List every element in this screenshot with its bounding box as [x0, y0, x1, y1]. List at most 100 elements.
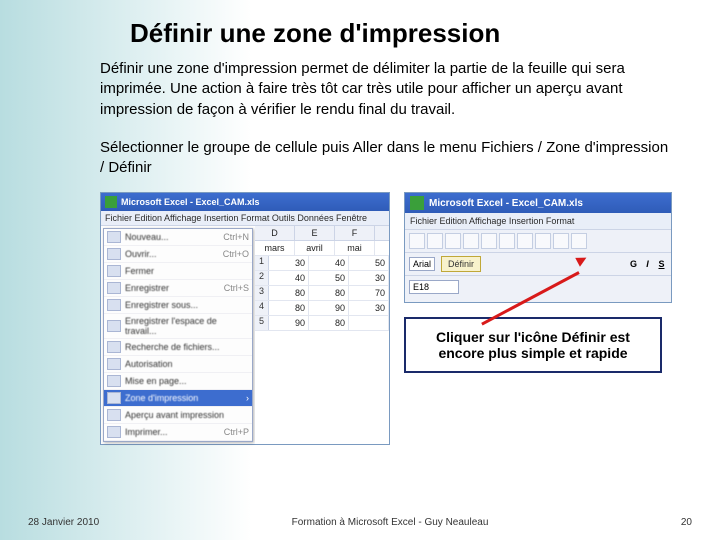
menu-item-icon — [107, 320, 121, 332]
footer: 28 Janvier 2010 Formation à Microsoft Ex… — [0, 517, 720, 528]
file-menu-dropdown: Nouveau... Ctrl+N Ouvrir...Ctrl+O Fermer Enr… — [103, 228, 253, 442]
cell[interactable]: mars — [255, 241, 295, 255]
cell[interactable]: 40 — [269, 271, 309, 285]
row-header[interactable]: 2 — [255, 271, 269, 285]
menu-item[interactable]: Aperçu avant impression — [104, 407, 252, 424]
screenshot-file-menu: Microsoft Excel - Excel_CAM.xls Fichier … — [100, 192, 390, 445]
window-titlebar: Microsoft Excel - Excel_CAM.xls — [101, 193, 389, 211]
menu-item-icon — [107, 409, 121, 421]
menu-item-label: Fermer — [125, 266, 245, 276]
menu-item-label: Mise en page... — [125, 376, 245, 386]
toolbar-icon[interactable] — [409, 233, 425, 249]
cell[interactable]: 70 — [349, 286, 389, 300]
table-row: 1304050 — [255, 256, 389, 271]
menu-item-icon — [107, 231, 121, 243]
spreadsheet-grid: DEF marsavrilmai 13040502405030380807048… — [255, 226, 389, 444]
cell[interactable]: 30 — [349, 301, 389, 315]
bold-icon[interactable]: G — [628, 259, 639, 269]
menu-item-label: Ouvrir... — [125, 249, 219, 259]
menu-item[interactable]: Imprimer... Ctrl+P — [104, 424, 252, 441]
cell[interactable]: 80 — [309, 286, 349, 300]
window-title: Microsoft Excel - Excel_CAM.xls — [121, 197, 260, 207]
cell[interactable]: 50 — [349, 256, 389, 270]
toolbar-icon[interactable] — [427, 233, 443, 249]
menu-item[interactable]: Enregistrer Ctrl+S — [104, 280, 252, 297]
footer-center: Formation à Microsoft Excel - Guy Neaule… — [99, 517, 681, 528]
menu-item-shortcut: Ctrl+N — [223, 232, 249, 242]
toolbar-icon[interactable] — [517, 233, 533, 249]
menu-item[interactable]: Mise en page... — [104, 373, 252, 390]
column-header[interactable]: E — [295, 226, 335, 240]
row-header[interactable]: 5 — [255, 316, 269, 330]
cell[interactable]: 30 — [269, 256, 309, 270]
row-header[interactable]: 4 — [255, 301, 269, 315]
excel-icon — [105, 196, 117, 208]
column-header[interactable]: F — [335, 226, 375, 240]
menu-item[interactable]: Autorisation — [104, 356, 252, 373]
footer-page: 20 — [681, 517, 692, 528]
definir-button[interactable]: Définir — [441, 256, 481, 272]
menu-item-label: Autorisation — [125, 359, 245, 369]
menu-item-shortcut: Ctrl+S — [224, 283, 249, 293]
cell[interactable]: 90 — [269, 316, 309, 330]
window-titlebar: Microsoft Excel - Excel_CAM.xls — [405, 193, 671, 213]
row-header[interactable]: 3 — [255, 286, 269, 300]
toolbar-icon[interactable] — [571, 233, 587, 249]
toolbar-icon[interactable] — [499, 233, 515, 249]
toolbar-icon[interactable] — [445, 233, 461, 249]
cell[interactable]: 90 — [309, 301, 349, 315]
cell[interactable]: 40 — [309, 256, 349, 270]
paragraph-2: Sélectionner le groupe de cellule puis A… — [0, 120, 720, 179]
menu-item[interactable]: Ouvrir...Ctrl+O — [104, 246, 252, 263]
menu-item-label: Nouveau... — [125, 232, 219, 242]
menu-item-icon — [107, 265, 121, 277]
cell[interactable]: 80 — [309, 316, 349, 330]
paragraph-1: Définir une zone d'impression permet de … — [0, 49, 720, 120]
toolbar-icon[interactable] — [481, 233, 497, 249]
toolbar-icon[interactable] — [463, 233, 479, 249]
standard-toolbar[interactable] — [405, 230, 671, 253]
menu-item-shortcut: Ctrl+P — [224, 427, 249, 437]
cell[interactable]: 80 — [269, 286, 309, 300]
menu-item-icon — [107, 248, 121, 260]
slide-title: Définir une zone d'impression — [0, 0, 720, 49]
footer-date: 28 Janvier 2010 — [28, 517, 99, 528]
cell[interactable]: 50 — [309, 271, 349, 285]
menu-item-label: Imprimer... — [125, 427, 220, 437]
menubar[interactable]: Fichier Edition Affichage Insertion Form… — [101, 211, 389, 226]
menu-item-label: Zone d'impression — [125, 393, 242, 403]
format-toolbar[interactable]: Arial Définir G I S — [405, 253, 671, 276]
row-header[interactable]: 1 — [255, 256, 269, 270]
toolbar-icon[interactable] — [553, 233, 569, 249]
menu-item[interactable]: Fermer — [104, 263, 252, 280]
cell[interactable]: avril — [295, 241, 335, 255]
name-box[interactable]: E18 — [409, 280, 459, 294]
menubar[interactable]: Fichier Edition Affichage Insertion Form… — [405, 213, 671, 230]
underline-icon[interactable]: S — [656, 259, 667, 269]
column-header[interactable]: D — [255, 226, 295, 240]
italic-icon[interactable]: I — [642, 259, 653, 269]
window-title: Microsoft Excel - Excel_CAM.xls — [429, 198, 583, 209]
toolbar-icon[interactable] — [535, 233, 551, 249]
menu-item-icon — [107, 299, 121, 311]
cell[interactable]: mai — [335, 241, 375, 255]
menu-item-label: Enregistrer — [125, 283, 220, 293]
cell[interactable]: 30 — [349, 271, 389, 285]
menu-item[interactable]: Recherche de fichiers... — [104, 339, 252, 356]
format-buttons[interactable]: G I S — [628, 259, 667, 269]
menu-item-label: Enregistrer sous... — [125, 300, 245, 310]
namebox-row: E18 — [405, 276, 671, 302]
menu-item-shortcut: › — [246, 393, 249, 403]
menu-item-icon — [107, 426, 121, 438]
excel-icon — [410, 196, 424, 210]
menu-item[interactable]: Enregistrer sous... — [104, 297, 252, 314]
cell[interactable] — [349, 316, 389, 330]
table-row: 59080 — [255, 316, 389, 331]
menu-item[interactable]: Nouveau... Ctrl+N — [104, 229, 252, 246]
cell[interactable]: 80 — [269, 301, 309, 315]
menu-item[interactable]: Enregistrer l'espace de travail... — [104, 314, 252, 339]
callout-box: Cliquer sur l'icône Définir est encore p… — [404, 317, 662, 373]
menu-item[interactable]: Zone d'impression › — [104, 390, 252, 407]
menu-item-label: Recherche de fichiers... — [125, 342, 245, 352]
font-dropdown[interactable]: Arial — [409, 257, 435, 271]
